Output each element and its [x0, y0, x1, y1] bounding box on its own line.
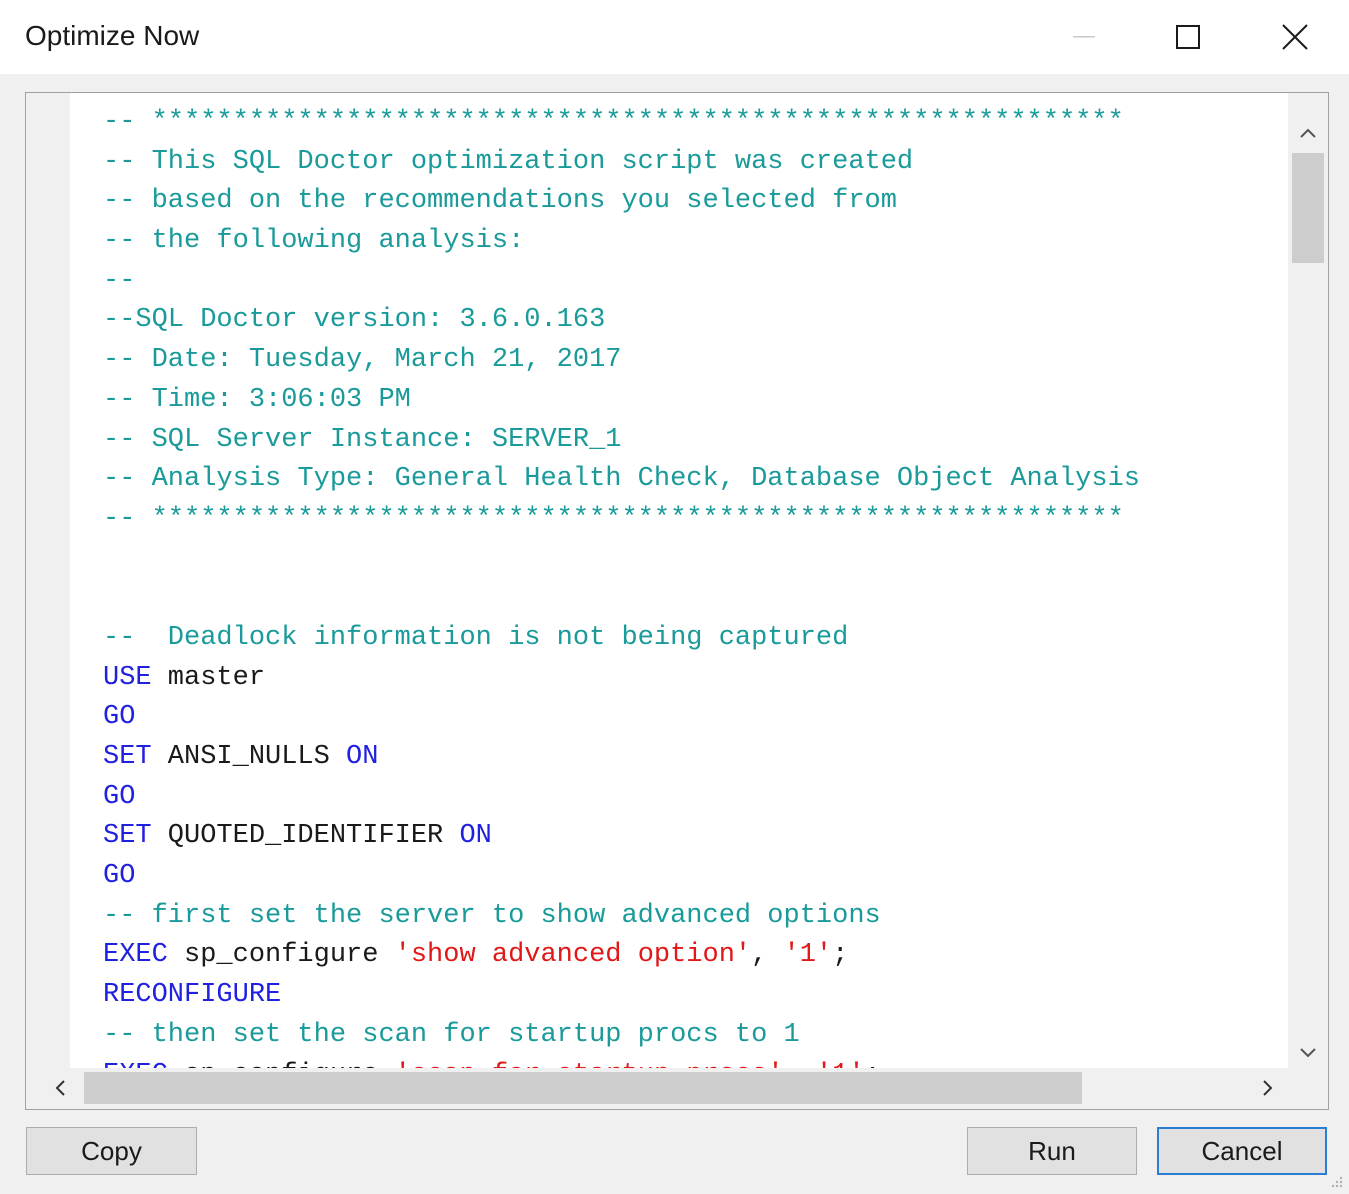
chevron-up-icon	[1300, 118, 1316, 144]
code-token: -- *************************************…	[103, 503, 1124, 534]
code-line: -- Deadlock information is not being cap…	[103, 619, 1289, 659]
code-token: -- *************************************…	[103, 107, 1124, 137]
copy-button[interactable]: Copy	[26, 1127, 197, 1175]
close-icon	[1282, 24, 1308, 50]
code-line: SET ANSI_NULLS ON	[103, 738, 1289, 778]
code-token: ANSI_NULLS	[151, 742, 347, 772]
code-token: -- Deadlock information is not being cap…	[103, 622, 849, 653]
scroll-left-button[interactable]	[42, 1068, 78, 1109]
code-line: SET QUOTED_IDENTIFIER ON	[103, 817, 1289, 857]
code-token: master	[151, 662, 266, 693]
code-token: -- This SQL Doctor optimization script w…	[103, 146, 914, 177]
code-line: EXEC sp_configure 'scan for startup proc…	[103, 1056, 1289, 1070]
code-line: GO	[103, 857, 1289, 897]
code-token: EXEC	[103, 940, 168, 971]
code-line: -- Analysis Type: General Health Check, …	[103, 460, 1289, 500]
code-line: -- the following analysis:	[103, 222, 1289, 262]
horizontal-scrollbar[interactable]	[26, 1068, 1290, 1109]
code-line: --	[103, 262, 1289, 302]
resize-grip-icon[interactable]	[1329, 1174, 1343, 1188]
code-token: sp_configure	[167, 940, 395, 971]
editor-gutter	[26, 93, 70, 1069]
vertical-scroll-thumb[interactable]	[1292, 153, 1324, 263]
code-line: -- Date: Tuesday, March 21, 2017	[103, 341, 1289, 381]
script-editor[interactable]: -- *************************************…	[25, 92, 1329, 1110]
code-line: RECONFIGURE	[103, 976, 1289, 1016]
scrollbar-corner	[1288, 1068, 1328, 1109]
close-button[interactable]	[1245, 8, 1345, 66]
code-token: -- the following analysis:	[103, 226, 525, 257]
code-token: -- Date: Tuesday, March 21, 2017	[103, 345, 622, 376]
code-token: --	[103, 265, 136, 296]
code-line: EXEC sp_configure 'show advanced option'…	[103, 936, 1289, 976]
chevron-left-icon	[55, 1076, 65, 1102]
optimize-now-window: Optimize Now -- ************************…	[0, 0, 1349, 1194]
scroll-up-button[interactable]	[1288, 113, 1328, 149]
code-line: -- SQL Server Instance: SERVER_1	[103, 421, 1289, 461]
cancel-button[interactable]: Cancel	[1157, 1127, 1327, 1175]
code-token: ;	[832, 940, 849, 971]
code-token: -- first set the server to show advanced…	[103, 900, 881, 931]
code-line: -- *************************************…	[103, 103, 1289, 143]
code-token: SET	[103, 821, 152, 852]
chevron-down-icon	[1300, 1038, 1316, 1064]
code-token: -- Time: 3:06:03 PM	[103, 384, 411, 415]
code-line: --SQL Doctor version: 3.6.0.163	[103, 301, 1289, 341]
maximize-button[interactable]	[1138, 8, 1238, 66]
code-token: --SQL Doctor version: 3.6.0.163	[103, 305, 606, 336]
code-line: -- based on the recommendations you sele…	[103, 182, 1289, 222]
minimize-button[interactable]	[1034, 8, 1134, 66]
code-line: USE master	[103, 659, 1289, 699]
code-token: GO	[103, 702, 136, 733]
code-token: -- SQL Server Instance: SERVER_1	[103, 424, 622, 455]
script-text[interactable]: -- *************************************…	[103, 103, 1289, 1069]
code-token: QUOTED_IDENTIFIER	[151, 821, 460, 852]
code-line: -- *************************************…	[103, 500, 1289, 540]
code-token: 'show advanced option'	[394, 940, 752, 971]
code-token: '1'	[783, 940, 833, 971]
code-line: -- first set the server to show advanced…	[103, 897, 1289, 937]
code-token: ON	[346, 742, 379, 772]
code-line: GO	[103, 778, 1289, 818]
code-token: ON	[459, 821, 492, 852]
code-token: -- Analysis Type: General Health Check, …	[103, 464, 1140, 495]
code-line: GO	[103, 698, 1289, 738]
code-line: -- This SQL Doctor optimization script w…	[103, 143, 1289, 183]
code-token: GO	[103, 781, 136, 812]
minimize-icon	[1073, 35, 1095, 39]
code-token: SET	[103, 742, 152, 772]
chevron-right-icon	[1263, 1076, 1273, 1102]
window-title: Optimize Now	[25, 20, 200, 51]
code-token: GO	[103, 861, 136, 892]
code-token: -- then set the scan for startup procs t…	[103, 1019, 800, 1050]
scroll-down-button[interactable]	[1288, 1033, 1328, 1069]
title-bar[interactable]: Optimize Now	[0, 0, 1349, 74]
code-token: -- based on the recommendations you sele…	[103, 186, 897, 217]
code-token: USE	[103, 662, 152, 693]
code-token: RECONFIGURE	[103, 980, 282, 1011]
scroll-right-button[interactable]	[1250, 1068, 1286, 1109]
run-button[interactable]: Run	[967, 1127, 1137, 1175]
vertical-scrollbar[interactable]	[1288, 93, 1328, 1069]
horizontal-scroll-thumb[interactable]	[84, 1072, 1082, 1104]
code-line: -- then set the scan for startup procs t…	[103, 1016, 1289, 1056]
code-line: -- Time: 3:06:03 PM	[103, 381, 1289, 421]
code-token: ,	[751, 940, 784, 971]
maximize-icon	[1176, 25, 1200, 49]
